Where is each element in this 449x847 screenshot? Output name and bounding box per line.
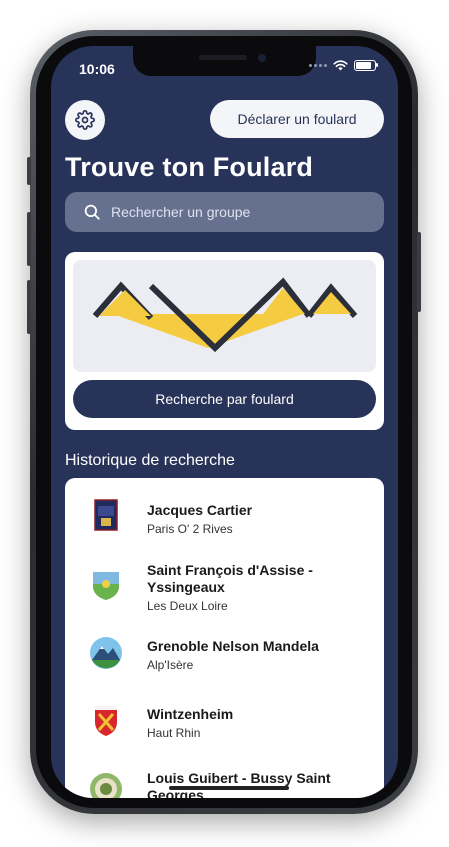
group-logo — [90, 637, 122, 669]
search-bar[interactable]: Rechercher un groupe — [65, 192, 384, 232]
search-by-foulard-button[interactable]: Recherche par foulard — [73, 380, 376, 418]
list-item-title: Saint François d'Assise - Yssingeaux — [147, 562, 313, 595]
power-button — [417, 232, 421, 312]
list-item-subtitle: Haut Rhin — [147, 726, 201, 740]
list-item-title: Wintzenheim — [147, 706, 234, 722]
notch — [133, 46, 316, 76]
page-title: Trouve ton Foulard — [65, 152, 314, 182]
foulard-preview[interactable] — [73, 260, 376, 372]
list-item[interactable]: Wintzenheim Haut Rhin — [65, 690, 384, 758]
speaker — [199, 55, 247, 60]
front-camera — [258, 54, 266, 62]
app-screen: 10:06 Déclarer un foulard Trouve ton Fou… — [51, 46, 398, 798]
foulard-search-card: Recherche par foulard — [65, 252, 384, 430]
list-item[interactable]: Grenoble Nelson Mandela Alp'Isère — [65, 622, 384, 690]
volume-down-button — [27, 280, 31, 334]
status-time: 10:06 — [79, 61, 115, 77]
group-logo — [93, 572, 119, 600]
home-indicator[interactable] — [169, 786, 289, 790]
history-list: Jacques Cartier Paris O' 2 Rives Saint F… — [65, 478, 384, 798]
volume-up-button — [27, 212, 31, 266]
group-logo — [90, 773, 122, 798]
list-item-title: Grenoble Nelson Mandela — [147, 638, 319, 654]
list-item-subtitle: Les Deux Loire — [147, 599, 228, 613]
list-item[interactable]: Louis Guibert - Bussy Saint Georges — [65, 758, 384, 798]
search-icon — [84, 204, 100, 220]
wifi-icon — [333, 60, 348, 71]
list-item-subtitle: Paris O' 2 Rives — [147, 522, 233, 536]
declare-foulard-button[interactable]: Déclarer un foulard — [210, 100, 384, 138]
gear-icon — [75, 110, 95, 130]
status-icons — [309, 60, 378, 71]
history-heading: Historique de recherche — [65, 452, 235, 469]
list-item[interactable]: Saint François d'Assise - Yssingeaux Les… — [65, 546, 384, 622]
group-logo — [95, 706, 117, 736]
list-item[interactable]: Jacques Cartier Paris O' 2 Rives — [65, 478, 384, 546]
group-logo — [94, 499, 118, 531]
list-item-title: Louis Guibert - Bussy Saint Georges — [147, 770, 331, 798]
foulard-illustration — [92, 277, 358, 353]
mute-switch — [27, 157, 31, 185]
list-item-subtitle: Alp'Isère — [147, 658, 194, 672]
battery-icon — [354, 60, 378, 71]
search-input[interactable]: Rechercher un groupe — [111, 204, 250, 220]
signal-icon — [309, 64, 327, 67]
settings-button[interactable] — [65, 100, 105, 140]
list-item-title: Jacques Cartier — [147, 502, 253, 518]
